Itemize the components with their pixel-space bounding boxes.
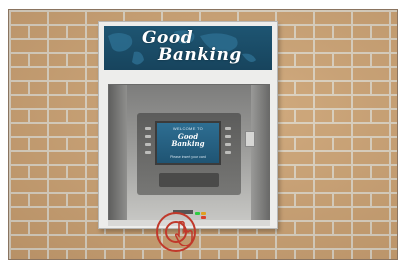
screen-welcome-text: WELCOME TO [172,126,204,131]
card-slot[interactable] [245,131,255,147]
atm-screen[interactable]: WELCOME TO Good Banking Please insert yo… [155,121,221,165]
screen-logo: Good Banking [157,133,219,147]
atm-recess: WELCOME TO Good Banking Please insert yo… [108,84,270,222]
atm-banner: Good Banking [104,26,272,70]
atm-frame: Good Banking WELCOME TO Good Banking Ple… [98,21,278,229]
keypad-area[interactable] [159,173,219,187]
right-side-button-2[interactable] [225,135,231,138]
screen-prompt-text: Please insert your card [170,155,206,159]
atm-machine: WELCOME TO Good Banking Please insert yo… [137,113,241,195]
right-side-button-4[interactable] [225,151,231,154]
left-side-button-4[interactable] [145,151,151,154]
indicator-light-amber [201,212,206,215]
banner-title-line2: Banking [158,45,242,65]
recess-right-wall [251,85,269,221]
left-side-button-2[interactable] [145,135,151,138]
right-side-button-1[interactable] [225,127,231,130]
right-side-button-3[interactable] [225,143,231,146]
indicator-light-green [195,212,200,215]
indicator-light-red [201,216,206,219]
hand-pointer-icon [175,220,193,246]
left-side-button-3[interactable] [145,143,151,146]
recess-left-wall [109,85,127,221]
left-side-button-1[interactable] [145,127,151,130]
screen-logo-line2: Banking [171,139,205,148]
